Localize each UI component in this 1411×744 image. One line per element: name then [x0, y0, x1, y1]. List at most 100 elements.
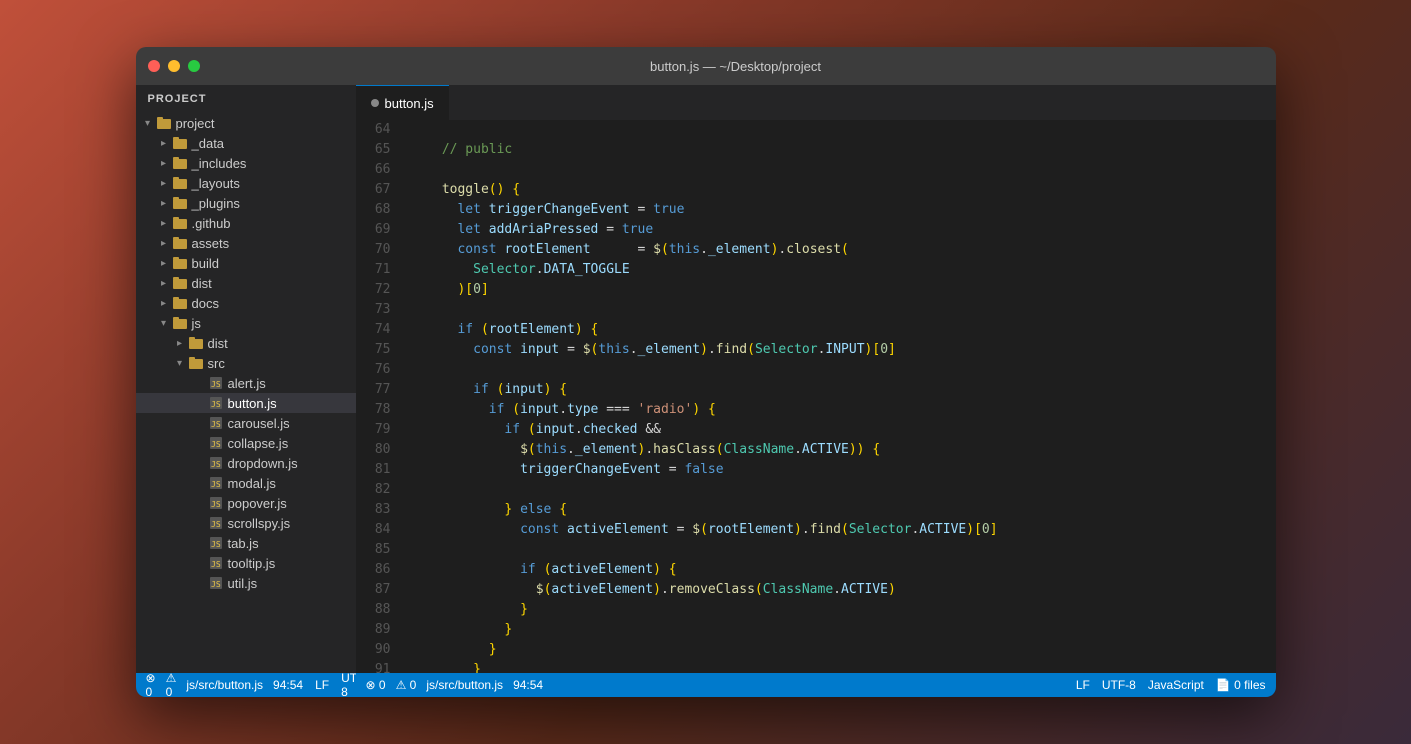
arrow-down-icon: ▾ [172, 358, 188, 369]
arrow-right-icon: ▸ [156, 138, 172, 149]
folder-icon [172, 275, 188, 291]
folder-icon [172, 175, 188, 191]
sidebar-item-project[interactable]: ▾ project [136, 113, 356, 133]
tab-button-js[interactable]: button.js [356, 85, 449, 120]
editor-statusbar-right: LF UTF-8 JavaScript 📄 0 files [1076, 678, 1266, 692]
sidebar-item-label: project [176, 116, 356, 131]
minimize-button[interactable] [168, 60, 180, 72]
sidebar-item-collapse[interactable]: JS collapse.js [136, 433, 356, 453]
sidebar-item-dropdown[interactable]: JS dropdown.js [136, 453, 356, 473]
window-title: button.js — ~/Desktop/project [208, 59, 1264, 74]
code-line [411, 160, 1266, 180]
folder-icon [188, 335, 204, 351]
arrow-right-icon: ▸ [172, 338, 188, 349]
code-line [411, 480, 1266, 500]
code-line: // public [411, 140, 1266, 160]
sidebar-item-docs[interactable]: ▸ docs [136, 293, 356, 313]
code-line: } [411, 640, 1266, 660]
tab-dot [371, 99, 379, 107]
code-line: $(activeElement).removeClass(ClassName.A… [411, 580, 1266, 600]
sidebar-item-label: .github [192, 216, 356, 231]
file-icon: JS [208, 515, 224, 531]
filepath: js/src/button.js [186, 678, 263, 692]
sidebar-item-data[interactable]: ▸ _data [136, 133, 356, 153]
code-editor[interactable]: // public toggle() { let triggerChangeEv… [401, 120, 1276, 673]
line-numbers: 64 65 66 67 68 69 70 71 72 73 74 75 76 7… [356, 120, 401, 673]
sidebar-item-plugins[interactable]: ▸ _plugins [136, 193, 356, 213]
line-ending: LF [315, 678, 329, 692]
sidebar-item-popover[interactable]: JS popover.js [136, 493, 356, 513]
statusbar-left: ⊗ 0 ⚠ 0 js/src/button.js 94:54 [146, 671, 304, 697]
editor-body[interactable]: 64 65 66 67 68 69 70 71 72 73 74 75 76 7… [356, 120, 1276, 673]
language-label: JavaScript [1148, 678, 1204, 692]
code-line: if (input) { [411, 380, 1266, 400]
code-line: toggle() { [411, 180, 1266, 200]
code-line [411, 540, 1266, 560]
sidebar-item-tooltip[interactable]: JS tooltip.js [136, 553, 356, 573]
sidebar-item-label: alert.js [228, 376, 356, 391]
svg-text:JS: JS [211, 500, 221, 509]
svg-text:JS: JS [211, 560, 221, 569]
file-icon: JS [208, 555, 224, 571]
code-line: } [411, 660, 1266, 673]
sidebar-item-label: _layouts [192, 176, 356, 191]
file-icon: JS [208, 495, 224, 511]
arrow-right-icon: ▸ [156, 238, 172, 249]
sidebar-item-label: build [192, 256, 356, 271]
code-line: $(this._element).hasClass(ClassName.ACTI… [411, 440, 1266, 460]
sidebar-item-modal[interactable]: JS modal.js [136, 473, 356, 493]
sidebar-item-carousel[interactable]: JS carousel.js [136, 413, 356, 433]
svg-text:JS: JS [211, 520, 221, 529]
sidebar-header: Project [136, 85, 356, 113]
sidebar-item-js-src[interactable]: ▾ src [136, 353, 356, 373]
file-icon: JS [208, 475, 224, 491]
sidebar-item-layouts[interactable]: ▸ _layouts [136, 173, 356, 193]
folder-icon [172, 295, 188, 311]
sidebar-item-includes[interactable]: ▸ _includes [136, 153, 356, 173]
editor-cursor: 94:54 [513, 678, 543, 692]
sidebar-item-scrollspy[interactable]: JS scrollspy.js [136, 513, 356, 533]
sidebar-item-assets[interactable]: ▸ assets [136, 233, 356, 253]
app-window: button.js — ~/Desktop/project Project ▾ … [136, 47, 1276, 697]
code-line: } else { [411, 500, 1266, 520]
maximize-button[interactable] [188, 60, 200, 72]
editor-statusbar: ⊗ 0 ⚠ 0 js/src/button.js 94:54 LF UTF-8 … [356, 673, 1276, 697]
sidebar-item-js[interactable]: ▾ js [136, 313, 356, 333]
folder-open-icon [188, 355, 204, 371]
sidebar-item-dist[interactable]: ▸ dist [136, 273, 356, 293]
sidebar-item-label: _plugins [192, 196, 356, 211]
close-button[interactable] [148, 60, 160, 72]
line-ending-label: LF [1076, 678, 1090, 692]
file-tree[interactable]: ▾ project ▸ _data ▸ _includes [136, 113, 356, 673]
code-line: if (input.checked && [411, 420, 1266, 440]
sidebar: Project ▾ project ▸ _data [136, 85, 356, 697]
code-line: const input = $(this._element).find(Sele… [411, 340, 1266, 360]
code-line: } [411, 600, 1266, 620]
svg-text:JS: JS [211, 460, 221, 469]
sidebar-item-build[interactable]: ▸ build [136, 253, 356, 273]
folder-icon [172, 135, 188, 151]
folder-icon [172, 155, 188, 171]
sidebar-item-label: _includes [192, 156, 356, 171]
main-content: Project ▾ project ▸ _data [136, 85, 1276, 697]
warning-count-editor: ⚠ 0 [396, 678, 417, 692]
sidebar-item-js-dist[interactable]: ▸ dist [136, 333, 356, 353]
files-label: 📄 0 files [1216, 678, 1266, 692]
svg-text:JS: JS [211, 480, 221, 489]
svg-text:JS: JS [211, 420, 221, 429]
code-line: let addAriaPressed = true [411, 220, 1266, 240]
sidebar-item-label: util.js [228, 576, 356, 591]
sidebar-item-tab[interactable]: JS tab.js [136, 533, 356, 553]
encoding-label: UTF-8 [1102, 678, 1136, 692]
arrow-down-icon: ▾ [156, 318, 172, 329]
sidebar-item-label: collapse.js [228, 436, 356, 451]
sidebar-item-alert[interactable]: JS alert.js [136, 373, 356, 393]
arrow-right-icon: ▸ [156, 298, 172, 309]
error-count: ⊗ 0 [146, 671, 156, 697]
sidebar-item-github[interactable]: ▸ .github [136, 213, 356, 233]
sidebar-item-util[interactable]: JS util.js [136, 573, 356, 593]
svg-text:JS: JS [211, 440, 221, 449]
sidebar-item-button[interactable]: JS button.js [136, 393, 356, 413]
file-icon: JS [208, 535, 224, 551]
editor-filepath: js/src/button.js [426, 678, 503, 692]
